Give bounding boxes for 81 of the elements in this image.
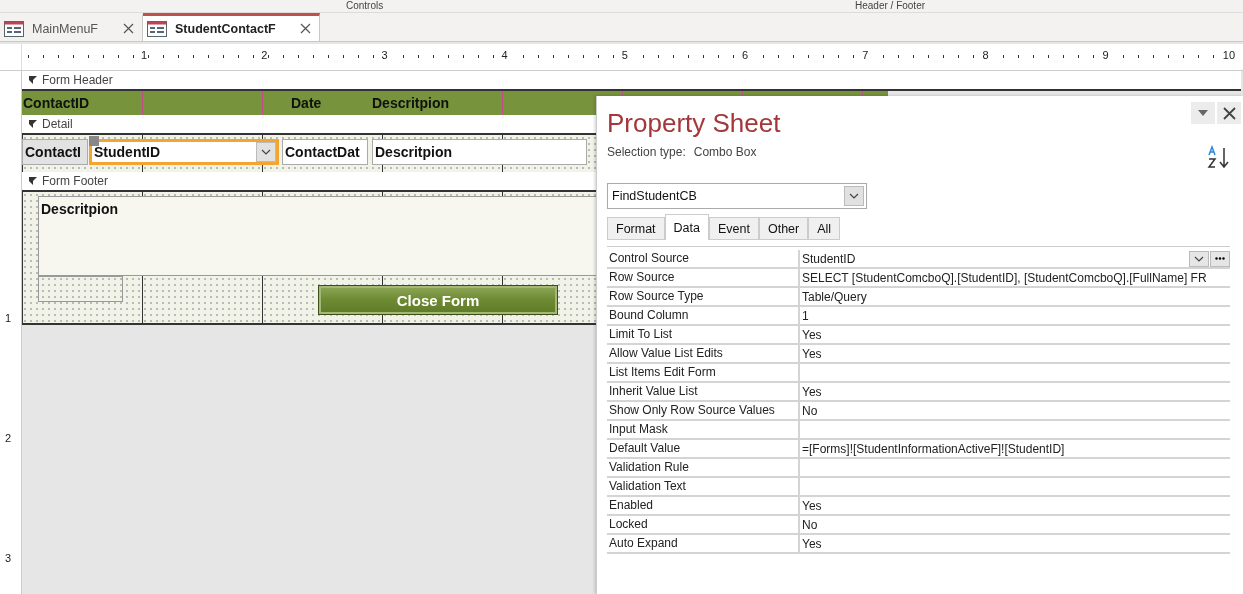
property-tab[interactable]: All <box>808 217 841 240</box>
property-name: Inherit Value List <box>608 383 699 400</box>
property-value[interactable]: No <box>798 402 1230 419</box>
property-value[interactable]: =[Forms]![StudentInformationActiveF]![StudentID] <box>798 440 1230 457</box>
property-name: Enabled <box>608 497 655 514</box>
close-icon[interactable] <box>123 23 134 34</box>
property-tab[interactable]: Other <box>758 217 809 240</box>
property-name: Row Source <box>608 269 676 286</box>
ruler-number: 7 <box>861 49 870 61</box>
ruler-number: 5 <box>620 49 629 61</box>
close-icon <box>1222 106 1236 120</box>
property-value[interactable]: Yes <box>798 345 1230 362</box>
property-tab[interactable]: Event <box>709 217 759 240</box>
arrow-icon <box>28 119 38 129</box>
empty-control[interactable] <box>38 276 123 302</box>
property-value[interactable]: Yes <box>798 497 1230 514</box>
ribbon-group-label: Header / Footer <box>855 0 926 12</box>
close-form-button[interactable]: Close Form <box>318 285 558 315</box>
section-title: Form Header <box>42 73 113 87</box>
property-name: Control Source <box>608 250 691 267</box>
property-value[interactable]: SELECT [StudentComcboQ].[StudentID], [StudentComcboQ].[FullName] FR <box>798 269 1230 286</box>
property-name: Bound Column <box>608 307 690 324</box>
selection-type-value: Combo Box <box>693 145 757 159</box>
ruler-number: 2 <box>5 432 12 444</box>
property-name: Input Mask <box>608 421 669 438</box>
property-value[interactable]: Table/Query <box>798 288 1230 305</box>
arrow-icon <box>28 176 38 186</box>
property-value[interactable]: 1 <box>798 307 1230 324</box>
document-tab[interactable]: StudentContactF <box>143 13 320 41</box>
ruler-number: 9 <box>1101 49 1110 61</box>
close-icon[interactable] <box>300 23 311 34</box>
selection-type-label: Selection type: <box>607 145 686 159</box>
sort-icon[interactable] <box>1207 145 1231 169</box>
ruler-number: 10 <box>1221 49 1237 61</box>
ruler-number: 2 <box>260 49 269 61</box>
property-value[interactable]: Yes <box>798 326 1230 343</box>
caret-icon <box>1194 255 1204 262</box>
property-name: Show Only Row Source Values <box>608 402 776 419</box>
property-value[interactable]: Yes <box>798 383 1230 400</box>
arrow-icon <box>28 75 38 85</box>
section-title: Form Footer <box>42 174 108 188</box>
property-name: Locked <box>608 516 649 533</box>
property-name: Limit To List <box>608 326 674 343</box>
property-tab[interactable]: Data <box>664 214 709 240</box>
ruler-number: 1 <box>5 312 12 324</box>
ruler-number: 8 <box>981 49 990 61</box>
caret-icon <box>261 149 271 155</box>
builder-button[interactable] <box>1210 250 1230 267</box>
label-control[interactable]: ContactI <box>22 139 88 165</box>
ruler-number: 6 <box>741 49 750 61</box>
form-icon <box>4 20 24 37</box>
property-name: List Items Edit Form <box>608 364 717 381</box>
ruler-number: 3 <box>380 49 389 61</box>
property-value[interactable]: No <box>798 516 1230 533</box>
ruler-number: 4 <box>500 49 509 61</box>
combo-box-control[interactable]: StudentID <box>89 139 279 165</box>
close-button[interactable] <box>1217 102 1241 124</box>
ellipsis-icon <box>1215 257 1225 260</box>
object-selector[interactable]: FindStudentCB <box>607 183 867 209</box>
textbox-control[interactable]: Descritpion <box>372 139 587 165</box>
property-name: Allow Value List Edits <box>608 345 724 362</box>
move-handle[interactable] <box>89 136 99 146</box>
property-value[interactable]: Yes <box>798 535 1230 552</box>
ruler-number: 1 <box>140 49 149 61</box>
property-name: Validation Text <box>608 478 687 495</box>
panel-title: Property Sheet <box>607 108 781 139</box>
section-title: Detail <box>42 117 73 131</box>
dropdown-button[interactable] <box>1189 250 1209 267</box>
textbox-control[interactable]: ContactDat <box>282 139 368 165</box>
property-value[interactable]: StudentID <box>798 250 1230 267</box>
caret-icon <box>849 193 859 199</box>
dropdown-button[interactable] <box>1191 102 1215 124</box>
property-name: Default Value <box>608 440 682 457</box>
ruler-number: 3 <box>5 552 12 564</box>
property-tab[interactable]: Format <box>607 217 665 240</box>
property-name: Validation Rule <box>608 459 690 476</box>
triangle-icon <box>1198 110 1208 116</box>
property-name: Auto Expand <box>608 535 679 552</box>
property-name: Row Source Type <box>608 288 705 305</box>
form-icon <box>147 20 167 37</box>
ribbon-group-label: Controls <box>346 0 384 12</box>
